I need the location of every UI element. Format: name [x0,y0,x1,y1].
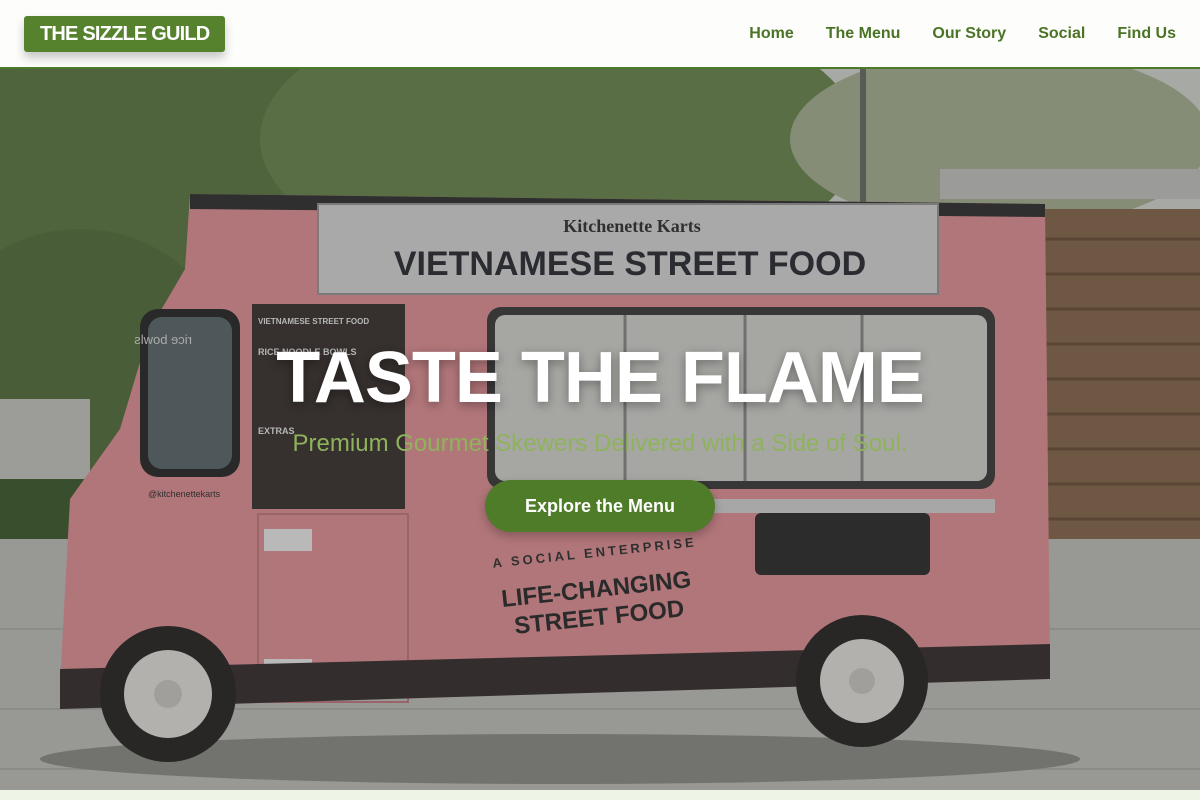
explore-menu-button[interactable]: Explore the Menu [485,480,715,532]
main-nav: Home The Menu Our Story Social Find Us [749,0,1176,67]
page-bottom-strip [0,790,1200,800]
site-header: THE SIZZLE GUILD Home The Menu Our Story… [0,0,1200,69]
hero-title: TASTE THE FLAME [276,338,925,418]
hero-section: Kitchenette Karts VIETNAMESE STREET FOOD… [0,69,1200,790]
nav-link-menu[interactable]: The Menu [826,25,901,43]
nav-link-our-story[interactable]: Our Story [932,25,1006,43]
nav-link-find-us[interactable]: Find Us [1117,25,1176,43]
site-logo[interactable]: THE SIZZLE GUILD [24,16,226,52]
nav-link-social[interactable]: Social [1038,25,1085,43]
nav-link-home[interactable]: Home [749,25,793,43]
hero-subtitle: Premium Gourmet Skewers Delivered with a… [292,430,908,457]
